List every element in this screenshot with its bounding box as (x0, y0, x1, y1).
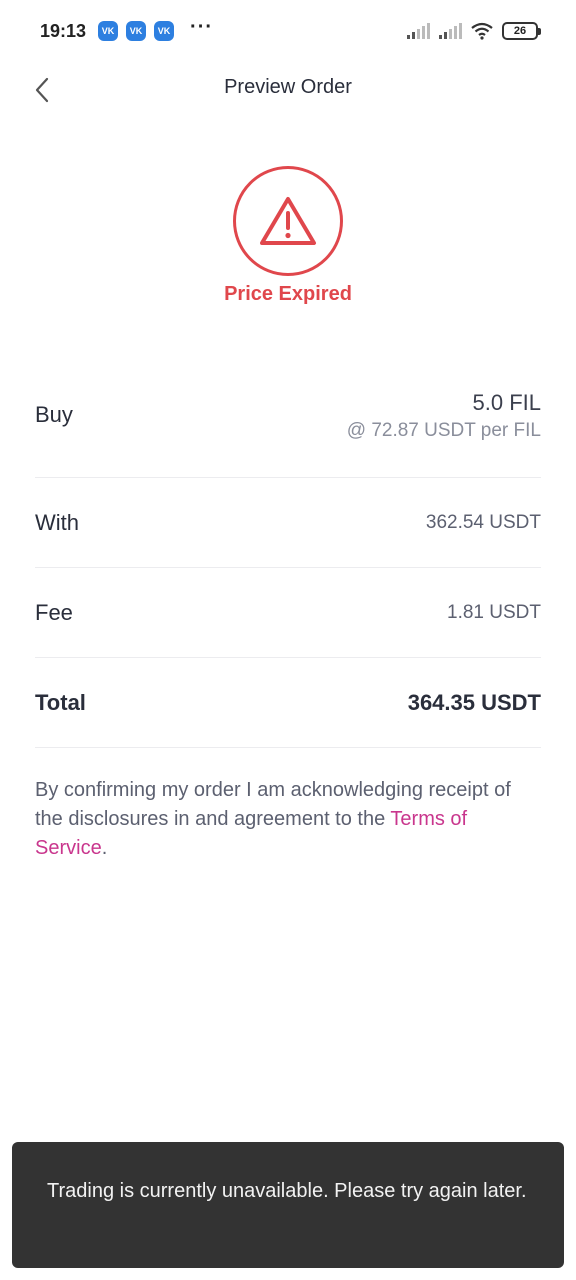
fee-row: Fee 1.81 USDT (35, 568, 541, 658)
toast-message: Trading is currently unavailable. Please… (12, 1142, 564, 1268)
buy-label: Buy (35, 402, 73, 427)
disclaimer-suffix: . (101, 837, 108, 859)
status-right: 26 (406, 22, 541, 40)
total-row: Total 364.35 USDT (35, 658, 541, 748)
disclaimer-text: By confirming my order I am acknowledgin… (35, 776, 541, 863)
status-time: 19:13 (40, 20, 87, 41)
total-label: Total (35, 690, 86, 715)
more-notifications-icon: ··· (190, 16, 214, 38)
with-value: 362.54 USDT (425, 512, 541, 533)
vk-notification-icon: VK (154, 21, 175, 41)
status-bar: 19:13 VK VK VK ··· 26 (0, 0, 576, 62)
wifi-icon (471, 22, 493, 40)
warning-status-icon (233, 166, 343, 276)
with-row: With 362.54 USDT (35, 478, 541, 568)
page-title: Preview Order (224, 76, 352, 98)
vk-notification-icon: VK (126, 21, 147, 41)
battery-icon: 26 (502, 22, 541, 40)
buy-amount: 5.0 FIL (472, 390, 541, 415)
signal-icon (439, 23, 462, 39)
status-left: 19:13 VK VK VK ··· (40, 17, 213, 45)
signal-icon (407, 23, 430, 39)
header: Preview Order (0, 62, 576, 118)
fee-value: 1.81 USDT (447, 602, 541, 623)
buy-row: Buy 5.0 FIL @ 72.87 USDT per FIL (35, 368, 541, 478)
with-label: With (35, 510, 79, 535)
fee-label: Fee (35, 600, 73, 625)
warning-triangle-icon (260, 197, 316, 245)
vk-notification-icon: VK (98, 21, 119, 41)
total-value: 364.35 USDT (407, 690, 541, 715)
screen: 19:13 VK VK VK ··· 26 Preview Order Pric… (0, 0, 576, 1280)
price-expired-label: Price Expired (224, 283, 352, 305)
buy-rate: @ 72.87 USDT per FIL (346, 420, 541, 441)
toast-text: Trading is currently unavailable. Please… (47, 1180, 527, 1202)
